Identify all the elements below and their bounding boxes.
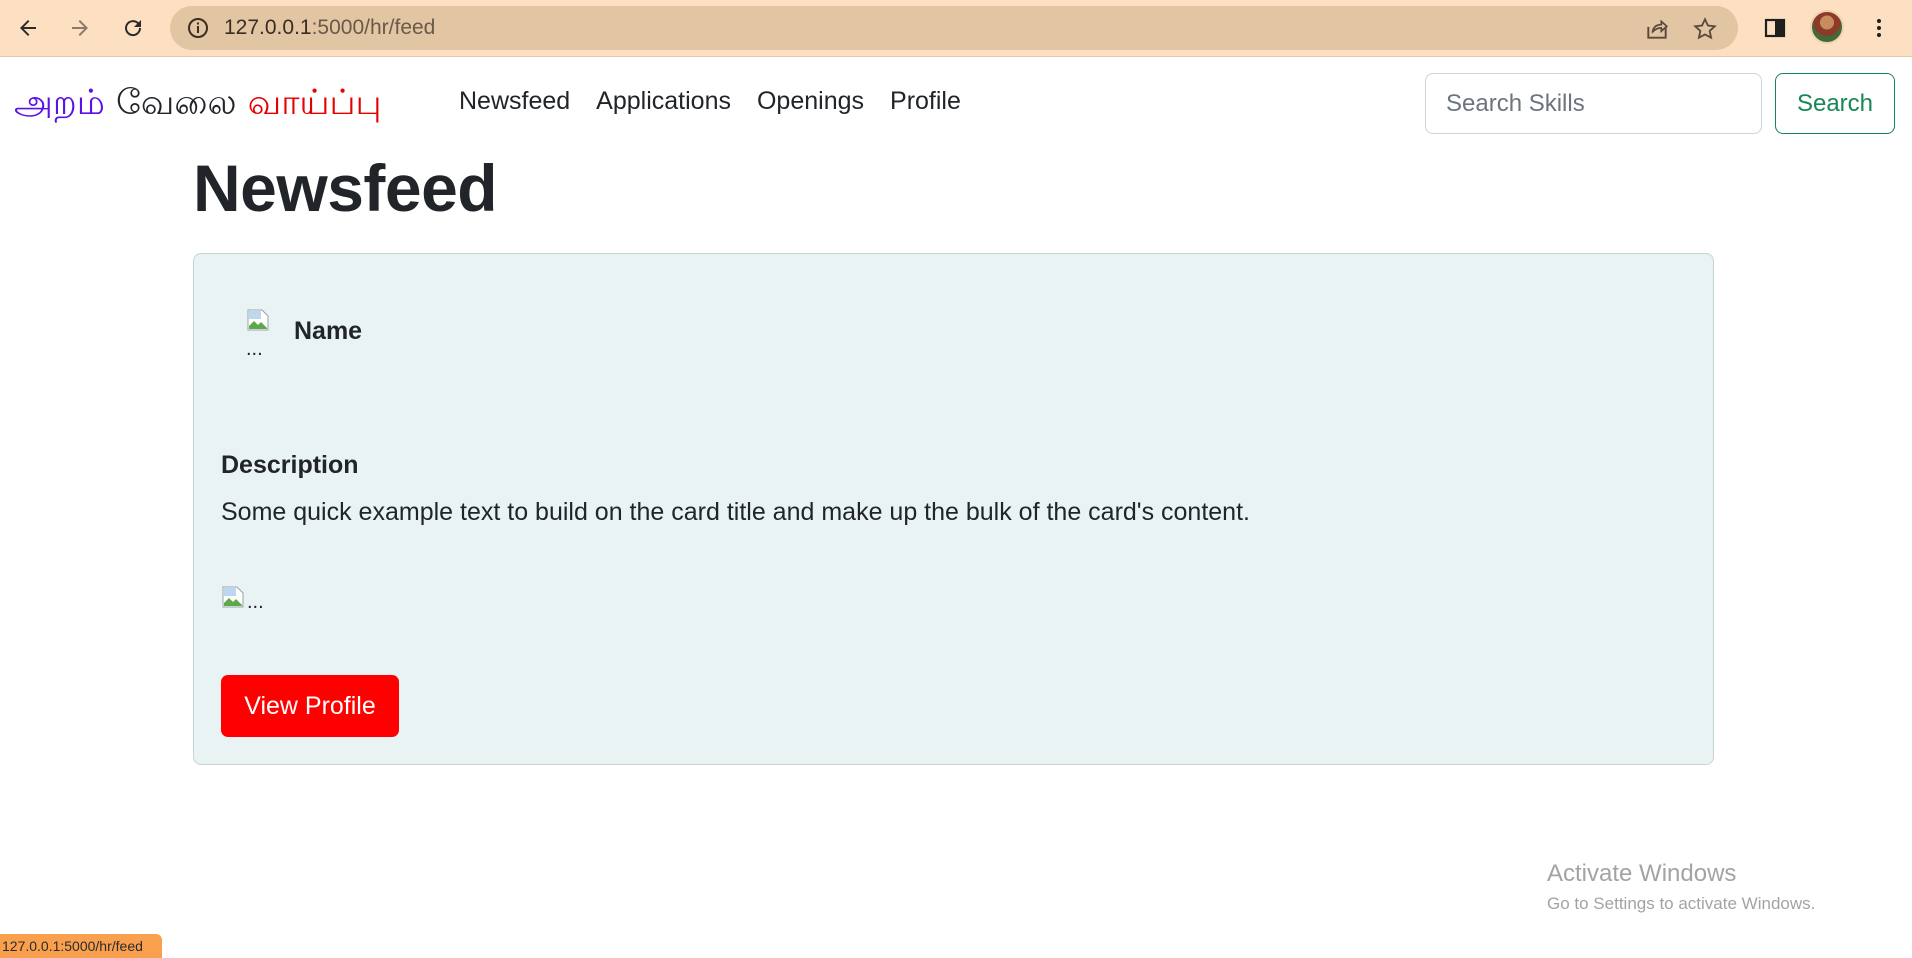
menu-kebab-icon[interactable] xyxy=(1864,10,1894,46)
share-icon[interactable] xyxy=(1644,16,1670,42)
post-card: ... Name Description Some quick example … xyxy=(193,253,1714,765)
nav-links: Newsfeed Applications Openings Profile xyxy=(459,87,961,116)
address-bar[interactable]: 127.0.0.1:5000/hr/feed xyxy=(170,6,1738,50)
page-title: Newsfeed xyxy=(193,151,498,225)
watermark-subtitle: Go to Settings to activate Windows. xyxy=(1547,894,1816,913)
forward-icon[interactable] xyxy=(62,10,98,46)
nav-link-openings[interactable]: Openings xyxy=(757,87,864,116)
brand-part-1: அறம் xyxy=(14,83,105,123)
side-panel-icon[interactable] xyxy=(1760,10,1790,46)
url-host: 127.0.0.1 xyxy=(224,16,312,39)
description-title: Description xyxy=(221,451,359,479)
watermark-title: Activate Windows xyxy=(1547,860,1737,887)
nav-link-applications[interactable]: Applications xyxy=(596,87,731,116)
reload-icon[interactable] xyxy=(115,10,151,46)
site-info-icon[interactable] xyxy=(186,16,210,40)
brand-part-2: வேலை xyxy=(116,83,237,123)
bookmark-star-icon[interactable] xyxy=(1692,16,1718,42)
brand-logo[interactable]: அறம் வேலை வாய்ப்பு xyxy=(14,83,382,127)
windows-activation-watermark: Activate Windows Go to Settings to activ… xyxy=(1547,860,1815,914)
profile-avatar[interactable] xyxy=(1810,10,1844,44)
author-image-alt: ... xyxy=(246,338,263,360)
nav-link-profile[interactable]: Profile xyxy=(890,87,961,116)
address-url[interactable]: 127.0.0.1:5000/hr/feed xyxy=(224,6,435,50)
navbar: அறம் வேலை வாய்ப்பு Newsfeed Applications… xyxy=(0,57,1912,153)
description-text: Some quick example text to build on the … xyxy=(221,498,1250,526)
url-path: :5000/hr/feed xyxy=(311,16,436,39)
broken-image-icon xyxy=(247,309,269,331)
post-image: ... xyxy=(221,585,264,613)
post-image-alt: ... xyxy=(247,591,264,613)
link-status-bubble: 127.0.0.1:5000/hr/feed xyxy=(0,934,162,958)
back-icon[interactable] xyxy=(10,10,46,46)
author-name: Name xyxy=(294,317,363,345)
search-skills-input[interactable] xyxy=(1425,73,1762,134)
author-avatar-image: ... xyxy=(246,308,270,360)
browser-toolbar: 127.0.0.1:5000/hr/feed xyxy=(0,0,1912,57)
view-profile-button[interactable]: View Profile xyxy=(221,675,399,737)
nav-link-newsfeed[interactable]: Newsfeed xyxy=(459,87,570,116)
brand-part-3: வாய்ப்பு xyxy=(247,83,382,123)
broken-image-icon xyxy=(222,586,244,608)
search-button[interactable]: Search xyxy=(1775,73,1895,134)
